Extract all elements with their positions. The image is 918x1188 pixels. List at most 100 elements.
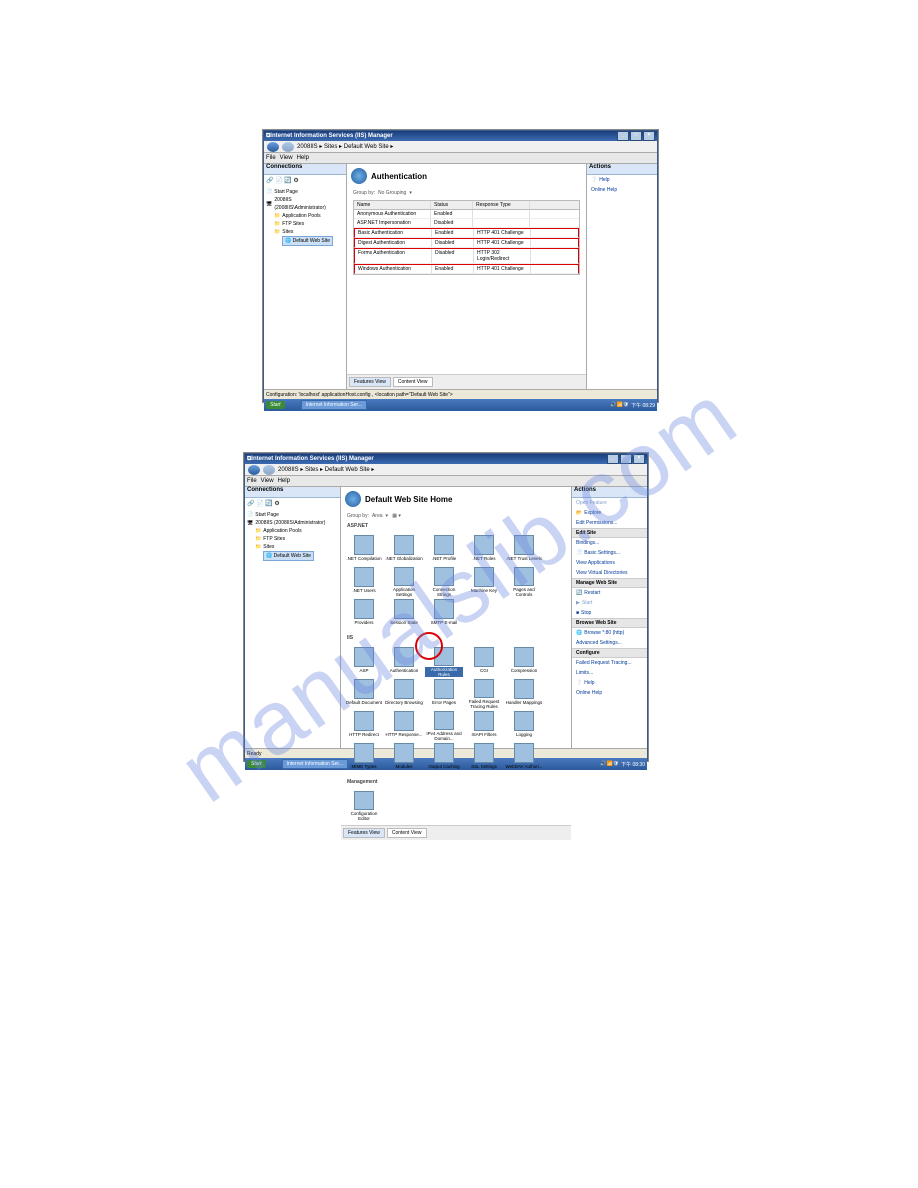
action-open-feature[interactable]: Open Feature — [572, 498, 647, 508]
feature-icon-item[interactable]: Handler Mappings — [505, 679, 543, 709]
table-row[interactable]: Windows AuthenticationEnabledHTTP 401 Ch… — [354, 264, 579, 274]
action-help[interactable]: ❔ Help — [587, 175, 657, 185]
feature-icon-item[interactable]: CGI — [465, 647, 503, 677]
table-row[interactable]: Digest AuthenticationDisabledHTTP 401 Ch… — [354, 238, 579, 248]
feature-icon-item[interactable]: Error Pages — [425, 679, 463, 709]
forward-button[interactable] — [263, 465, 275, 475]
feature-icon-item[interactable]: MIME Types — [345, 743, 383, 773]
col-status[interactable]: Status — [431, 201, 473, 209]
feature-icon-item[interactable]: Authorization Rules — [425, 647, 463, 677]
action-start[interactable]: ▶ Start — [572, 598, 647, 608]
table-row[interactable]: Basic AuthenticationEnabledHTTP 401 Chal… — [354, 228, 579, 238]
feature-icon-item[interactable]: Configuration Editor — [345, 791, 383, 821]
action-restart[interactable]: 🔄 Restart — [572, 588, 647, 598]
back-button[interactable] — [267, 142, 279, 152]
feature-icon-item[interactable]: Failed Request Tracing Rules — [465, 679, 503, 709]
col-response[interactable]: Response Type — [473, 201, 530, 209]
feature-icon-item[interactable]: Default Document — [345, 679, 383, 709]
start-button[interactable]: Start — [266, 401, 285, 409]
action-online-help[interactable]: Online Help — [587, 185, 657, 195]
feature-icon-item[interactable]: Providers — [345, 599, 383, 629]
feature-icon-item[interactable]: Application Settings — [385, 567, 423, 597]
tree-default-site[interactable]: 🌐 Default Web Site — [266, 236, 344, 246]
feature-icon-item[interactable]: .NET Globalization — [385, 535, 423, 565]
action-online-help[interactable]: Online Help — [572, 688, 647, 698]
maximize-button[interactable]: □ — [620, 454, 632, 464]
action-bindings[interactable]: Bindings... — [572, 538, 647, 548]
feature-icon-item[interactable]: ISAPI Filters — [465, 711, 503, 741]
minimize-button[interactable]: _ — [607, 454, 619, 464]
feature-icon-item[interactable]: SSL Settings — [465, 743, 503, 773]
action-failed-tracing[interactable]: Failed Request Tracing... — [572, 658, 647, 668]
feature-icon-item[interactable]: IPv4 Address and Domain... — [425, 711, 463, 741]
col-name[interactable]: Name — [354, 201, 431, 209]
menu-view[interactable]: View — [261, 478, 274, 484]
feature-icon-item[interactable]: .NET Users — [345, 567, 383, 597]
feature-icon-item[interactable]: .NET Trust Levels — [505, 535, 543, 565]
action-edit-permissions[interactable]: Edit Permissions... — [572, 518, 647, 528]
tree-default-site[interactable]: 🌐 Default Web Site — [247, 551, 338, 561]
feature-icon-item[interactable]: Machine Key — [465, 567, 503, 597]
action-advanced[interactable]: Advanced Settings... — [572, 638, 647, 648]
action-basic-settings[interactable]: 📄 Basic Settings... — [572, 548, 647, 558]
tab-features-view[interactable]: Features View — [343, 828, 385, 838]
titlebar[interactable]: ⧉ Internet Information Services (IIS) Ma… — [264, 131, 657, 141]
feature-icon-item[interactable]: Directory Browsing — [385, 679, 423, 709]
table-row[interactable]: ASP.NET ImpersonationDisabled — [354, 219, 579, 228]
tree-app-pools[interactable]: 📁 Application Pools — [266, 212, 344, 220]
menu-file[interactable]: File — [247, 478, 257, 484]
taskbar-app[interactable]: Internet Information Ser... — [282, 759, 348, 769]
action-limits[interactable]: Limits... — [572, 668, 647, 678]
tree-ftp-sites[interactable]: 📁 FTP Sites — [266, 220, 344, 228]
tree-start-page[interactable]: 📄 Start Page — [247, 511, 338, 519]
feature-icon-item[interactable]: .NET Compilation — [345, 535, 383, 565]
action-help[interactable]: ❔ Help — [572, 678, 647, 688]
table-row[interactable]: Forms AuthenticationDisabledHTTP 302 Log… — [354, 248, 579, 264]
groupby-value[interactable]: Area — [372, 513, 383, 519]
close-button[interactable]: × — [633, 454, 645, 464]
tray-icons[interactable]: 🔊📶🛡 — [610, 402, 629, 408]
feature-icon-item[interactable]: Modules — [385, 743, 423, 773]
feature-icon-item[interactable]: WebDAV Authori... — [505, 743, 543, 773]
tab-features-view[interactable]: Features View — [349, 377, 391, 387]
feature-icon-item[interactable]: .NET Profile — [425, 535, 463, 565]
action-explore[interactable]: 📂 Explore — [572, 508, 647, 518]
feature-icon-item[interactable]: Output Caching — [425, 743, 463, 773]
feature-icon-item[interactable]: Session State — [385, 599, 423, 629]
feature-icon-item[interactable]: Logging — [505, 711, 543, 741]
tree-app-pools[interactable]: 📁 Application Pools — [247, 527, 338, 535]
menu-help[interactable]: Help — [278, 478, 290, 484]
tree-ftp-sites[interactable]: 📁 FTP Sites — [247, 535, 338, 543]
feature-icon-item[interactable]: Connection Strings — [425, 567, 463, 597]
feature-icon-item[interactable]: ASP — [345, 647, 383, 677]
tree-server[interactable]: 🖥 2008IIS (2008IIS\Administrator) — [266, 196, 344, 212]
tree-server[interactable]: 🖥 2008IIS (2008IIS\Administrator) — [247, 519, 338, 527]
close-button[interactable]: × — [643, 131, 655, 141]
tree-sites[interactable]: 📁 Sites — [247, 543, 338, 551]
action-view-vdirs[interactable]: View Virtual Directories — [572, 568, 647, 578]
feature-icon-item[interactable]: .NET Roles — [465, 535, 503, 565]
tab-content-view[interactable]: Content View — [387, 828, 427, 838]
start-button[interactable]: Start — [247, 760, 266, 768]
forward-button[interactable] — [282, 142, 294, 152]
feature-icon-item[interactable]: HTTP Redirect — [345, 711, 383, 741]
tab-content-view[interactable]: Content View — [393, 377, 433, 387]
feature-icon-item[interactable]: SMTP E-mail — [425, 599, 463, 629]
action-browse-80[interactable]: 🌐 Browse *:80 (http) — [572, 628, 647, 638]
maximize-button[interactable]: □ — [630, 131, 642, 141]
taskbar-app[interactable]: Internet Information Ser... — [301, 400, 367, 410]
feature-icon-item[interactable]: Compression — [505, 647, 543, 677]
table-row[interactable]: Anonymous AuthenticationEnabled — [354, 210, 579, 219]
menu-file[interactable]: File — [266, 155, 276, 161]
feature-icon-item[interactable]: Authentication — [385, 647, 423, 677]
groupby-value[interactable]: No Grouping — [378, 190, 406, 196]
minimize-button[interactable]: _ — [617, 131, 629, 141]
tree-start-page[interactable]: 📄 Start Page — [266, 188, 344, 196]
breadcrumb[interactable]: 2008IIS ▸ Sites ▸ Default Web Site ▸ — [297, 143, 393, 150]
breadcrumb[interactable]: 2008IIS ▸ Sites ▸ Default Web Site ▸ — [278, 466, 374, 473]
titlebar[interactable]: ⧉ Internet Information Services (IIS) Ma… — [245, 454, 647, 464]
tray-icons[interactable]: 🔊📶🛡 — [600, 761, 619, 767]
feature-icon-item[interactable]: HTTP Response... — [385, 711, 423, 741]
menu-help[interactable]: Help — [297, 155, 309, 161]
menu-view[interactable]: View — [280, 155, 293, 161]
